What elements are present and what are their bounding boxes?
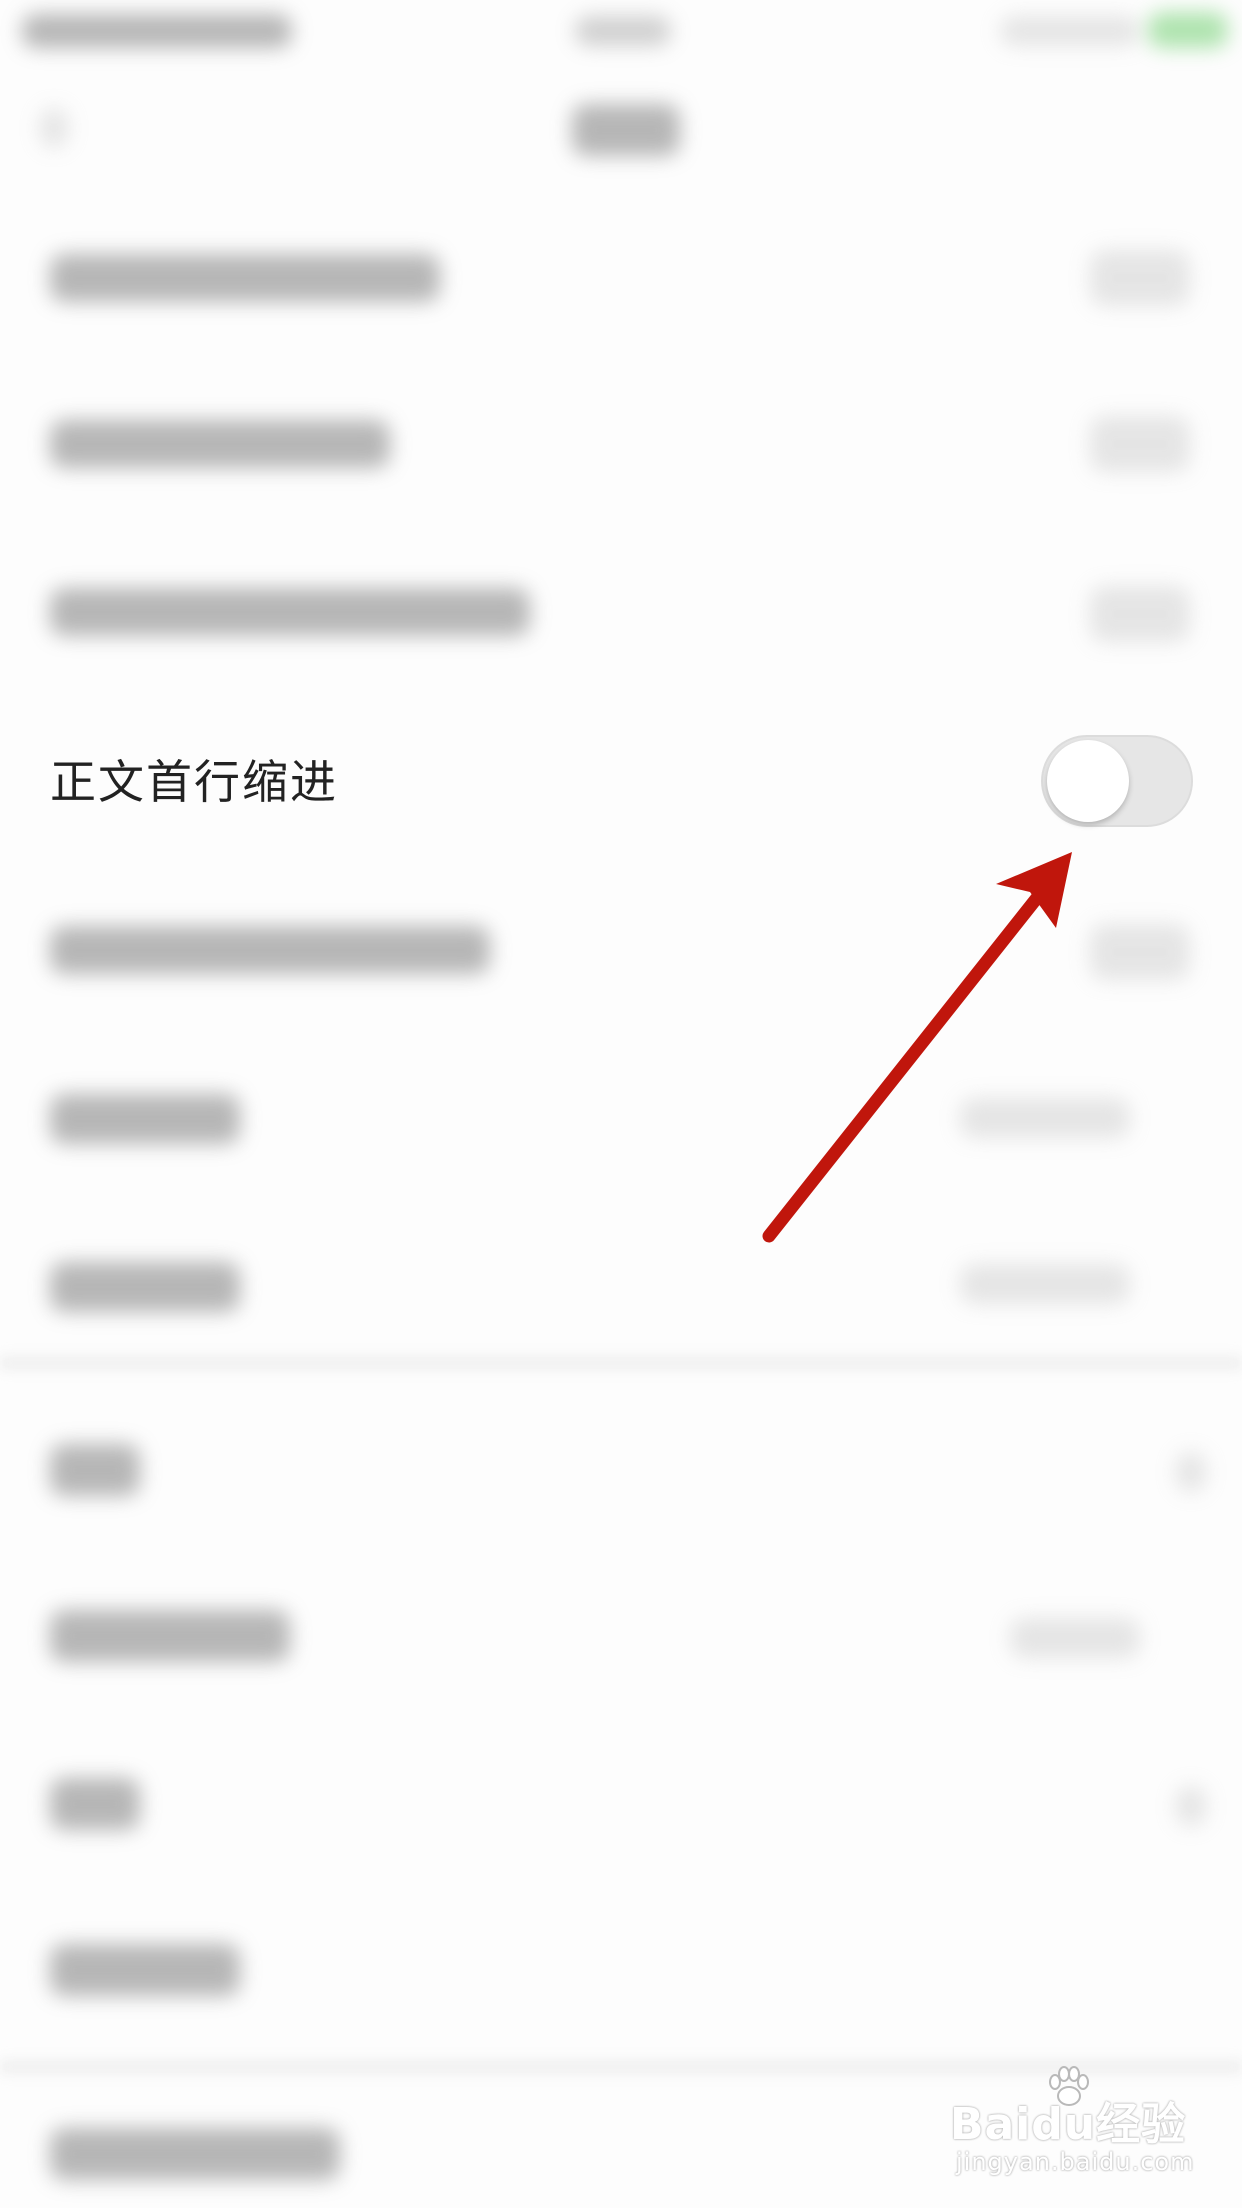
setting-row-12-label xyxy=(50,2128,340,2180)
setting-row-3-control[interactable] xyxy=(1090,586,1190,642)
page-title xyxy=(572,104,680,156)
setting-row-8-label xyxy=(50,1444,140,1496)
setting-row-7-label xyxy=(50,1262,240,1312)
status-bar-right-blur xyxy=(1000,16,1140,46)
setting-row-3-label xyxy=(50,588,530,636)
status-bar-center-blur xyxy=(575,16,671,46)
setting-row-1-label xyxy=(50,254,440,302)
watermark-url-text: jingyan.baidu.com xyxy=(956,2148,1195,2176)
first-line-indent-label: 正文首行缩进 xyxy=(50,755,338,809)
setting-row-2-control[interactable] xyxy=(1090,416,1190,472)
setting-row-7-value[interactable] xyxy=(960,1264,1130,1304)
setting-row-11-label xyxy=(50,1944,240,1996)
setting-row-5-label xyxy=(50,926,490,974)
first-line-indent-toggle[interactable] xyxy=(1041,735,1193,827)
setting-row-10-label xyxy=(50,1778,140,1830)
setting-row-8-chevron[interactable] xyxy=(1176,1452,1206,1492)
toggle-knob[interactable] xyxy=(1047,740,1129,822)
setting-row-6-value[interactable] xyxy=(960,1098,1130,1138)
battery-icon xyxy=(1148,12,1228,48)
setting-row-6-label xyxy=(50,1094,240,1144)
setting-row-10-chevron[interactable] xyxy=(1176,1786,1206,1826)
setting-row-9-value[interactable] xyxy=(1010,1618,1140,1658)
setting-row-1-control[interactable] xyxy=(1090,250,1190,306)
back-icon[interactable] xyxy=(40,108,68,148)
section-divider-1 xyxy=(0,1356,1242,1370)
setting-row-9-label xyxy=(50,1610,290,1662)
status-bar-left-blur xyxy=(22,14,292,48)
baidu-jingyan-watermark: Baidu经验 jingyan.baidu.com xyxy=(950,2066,1200,2180)
setting-row-5-control[interactable] xyxy=(1090,924,1190,980)
watermark-logo-text: Baidu经验 xyxy=(950,2099,1187,2150)
arrow-head xyxy=(996,852,1072,928)
arrow-shaft xyxy=(762,882,1051,1243)
setting-row-2-label xyxy=(50,420,390,468)
